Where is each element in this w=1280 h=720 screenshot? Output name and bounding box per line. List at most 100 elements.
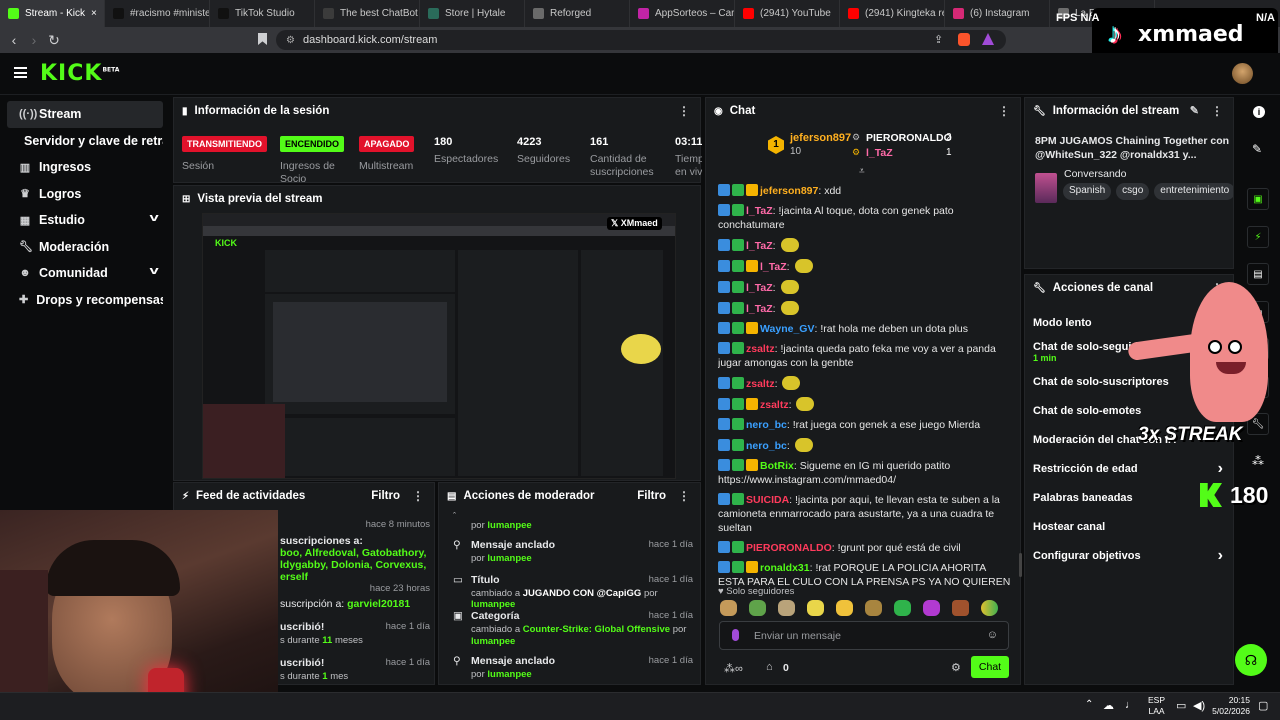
expand-leaderboard-icon[interactable]: ⩡ [859,166,865,177]
chat-username[interactable]: PIERORONALDO [746,542,832,554]
tag-chip[interactable]: Spanish [1063,183,1112,200]
browser-tab[interactable]: Reforged [525,0,630,27]
more-options-icon[interactable]: ⋮ [412,489,424,503]
network-icon[interactable]: ▭ [1176,699,1186,712]
notifications-icon[interactable]: ▢ [1258,699,1268,712]
followers-only-label: Solo seguidores [726,586,795,597]
browser-tab[interactable]: The best ChatBot an [315,0,420,27]
support-button[interactable]: ☊ [1235,644,1267,676]
mic-tray-icon[interactable]: ♩ [1125,699,1136,711]
lightning-icon[interactable]: ⚡︎ [1247,226,1269,248]
tray-chevron-icon[interactable]: ⌃ [1085,699,1093,710]
gift-icon[interactable]: ⌂ [766,661,773,673]
chat-username[interactable]: l_TaZ [746,205,773,217]
browser-tab[interactable]: (2941) YouTube [735,0,840,27]
emote-icon[interactable] [720,600,737,616]
chat-username[interactable]: SUICIDA [746,494,789,506]
emote-icon[interactable] [952,600,969,616]
viewer-count-overlay: 180 [1200,480,1268,510]
chat-username[interactable]: zsaltz [746,378,775,390]
chat-username[interactable]: nero_bc [746,440,787,452]
chat-username[interactable]: nero_bc [746,419,787,431]
browser-tab[interactable]: Store | Hytale [420,0,525,27]
channel-action-item[interactable]: Configurar objetivos › [1025,541,1233,570]
chat-username[interactable]: BotRix [760,460,794,472]
sidebar-item-logros[interactable]: ♛ Logros [7,181,163,208]
sidebar-item-moderacion[interactable]: 🔧︎ Moderación [7,234,163,261]
edit-icon[interactable]: ✎ [1190,104,1199,117]
language-indicator[interactable]: ESP LAA [1148,695,1165,717]
browser-tab[interactable]: AppSorteos – Cara [630,0,735,27]
info-circle-icon[interactable]: i [1253,106,1265,118]
volume-icon[interactable]: ◀) [1193,699,1205,712]
channel-points-icon[interactable]: ⁂∞ [724,662,743,675]
chat-settings-icon[interactable]: ⚙ [951,661,961,674]
chat-username[interactable]: zsaltz [746,343,775,355]
chat-username[interactable]: l_TaZ [760,261,787,273]
emote-icon[interactable] [865,600,882,616]
forward-icon[interactable]: › [24,32,44,48]
screen-icon[interactable]: ▣ [1247,188,1269,210]
chat-username[interactable]: l_TaZ [746,303,773,315]
channel-action-item[interactable]: Hostear canal [1025,512,1233,541]
emote-icon[interactable] [894,600,911,616]
mod-action-user: lumanpee [487,553,532,564]
microphone-icon[interactable] [732,629,739,641]
chat-username[interactable]: Wayne_GV [760,323,814,335]
browser-tab[interactable]: Stream - Kick × [0,0,105,27]
cloud-icon[interactable]: ☁ [1103,699,1114,712]
pencil-icon[interactable]: ✎ [1252,142,1262,156]
site-info-icon[interactable]: ⚙ [286,35,295,46]
tag-chip[interactable]: csgo [1116,183,1150,200]
chat-input[interactable]: Enviar un mensaje ☺ [719,621,1009,650]
browser-tab[interactable]: #racismo #ministerio [105,0,210,27]
send-chat-button[interactable]: Chat [971,656,1009,678]
chat-username[interactable]: jeferson897 [760,185,818,197]
emote-icon[interactable] [836,600,853,616]
sidebar-item-server-key[interactable]: Servidor y clave de retransmisión [7,128,163,155]
more-options-icon[interactable]: ⋮ [678,489,690,503]
chat-username[interactable]: zsaltz [760,399,789,411]
browser-tab[interactable]: (2941) Kingteka rea [840,0,945,27]
avatar[interactable] [1232,63,1253,84]
people-icon[interactable]: ⁂ [1252,454,1264,468]
channel-action-item[interactable]: Restricción de edad › [1025,454,1233,483]
emote-icon[interactable] [778,600,795,616]
chat-username[interactable]: ronaldx31 [760,562,810,574]
back-icon[interactable]: ‹ [4,32,24,48]
chat-scrollbar[interactable] [1019,553,1022,577]
chat-username[interactable]: l_TaZ [746,240,773,252]
reload-icon[interactable]: ↻ [44,32,64,49]
brave-shield-icon[interactable] [958,33,970,46]
emote-icon[interactable] [749,600,766,616]
sidebar-item-stream[interactable]: ((·)) Stream [7,101,163,128]
share-icon[interactable]: ⇪ [934,33,943,46]
sidebar-item-label: Drops y recompensas [36,292,163,307]
filter-button[interactable]: Filtro [371,490,400,502]
filter-button[interactable]: Filtro [637,490,666,502]
channel-action-label: Hostear canal [1033,520,1106,533]
clock[interactable]: 20:15 5/02/2026 [1212,695,1250,717]
emote-icon[interactable] [923,600,940,616]
emote-icon[interactable] [981,600,998,616]
more-options-icon[interactable]: ⋮ [1211,104,1223,118]
more-options-icon[interactable]: ⋮ [678,104,690,118]
kick-logo[interactable]: KICKBETA [40,61,119,86]
chat-username[interactable]: l_TaZ [746,282,773,294]
sidebar-item-drops[interactable]: ✚ Drops y recompensas [7,287,163,314]
sidebar-item-ingresos[interactable]: ▥ Ingresos [7,154,163,181]
address-bar[interactable]: ⚙ dashboard.kick.com/stream [276,30,1006,50]
emote-icon[interactable] [807,600,824,616]
tag-chip[interactable]: entretenimiento [1154,183,1233,200]
emoji-icon[interactable]: ☺ [987,629,998,641]
stream-preview-video[interactable]: KICK 𝕏 XMmaed [202,213,676,479]
browser-tab[interactable]: TikTok Studio [210,0,315,27]
close-tab-icon[interactable]: × [91,8,97,19]
sidebar-item-estudio[interactable]: ▦ Estudio v [7,207,163,234]
browser-tab[interactable]: (6) Instagram [945,0,1050,27]
hamburger-menu-icon[interactable] [14,67,27,78]
sidebar-item-comunidad[interactable]: ☻ Comunidad v [7,260,163,287]
bookmark-icon[interactable] [258,33,267,45]
status-label: Multistream [359,160,414,172]
more-options-icon[interactable]: ⋮ [998,104,1010,118]
